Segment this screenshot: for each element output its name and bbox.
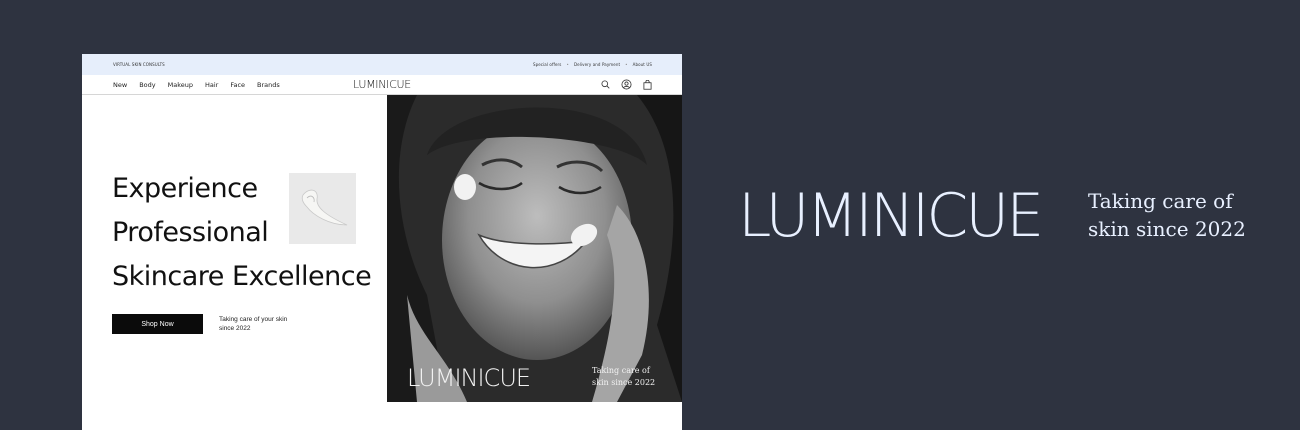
special-offers-link[interactable]: Special offers	[533, 62, 562, 67]
search-icon[interactable]	[601, 80, 610, 89]
nav-item-hair[interactable]: Hair	[205, 81, 218, 89]
nav-item-brands[interactable]: Brands	[257, 81, 280, 89]
nav-item-face[interactable]: Face	[230, 81, 245, 89]
brand-wordmark: LUMINICUE	[738, 181, 1044, 251]
virtual-skin-consults-link[interactable]: VIRTUAL SKIN CONSULTS	[113, 62, 165, 67]
headline-line: Experience	[112, 173, 258, 204]
site-logo[interactable]: LUMINICUE	[353, 78, 411, 91]
main-nav: New Body Makeup Hair Face Brands LUMINIC…	[82, 75, 682, 95]
hero-photo: LUMINICUE Taking care of skin since 2022	[387, 95, 682, 402]
nav-item-body[interactable]: Body	[139, 81, 155, 89]
shop-now-button[interactable]: Shop Now	[112, 314, 203, 334]
headline-line: Skincare Excellence	[112, 261, 372, 292]
account-icon[interactable]	[621, 79, 632, 90]
headline-line: Professional	[112, 217, 269, 248]
nav-links: New Body Makeup Hair Face Brands	[113, 81, 280, 89]
about-us-link[interactable]: About US	[633, 62, 652, 67]
hero-headline: Experience Professional Skincare Excelle…	[112, 167, 412, 299]
cream-swatch-image	[289, 173, 356, 244]
bag-icon[interactable]	[643, 79, 652, 90]
separator: •	[566, 62, 569, 67]
nav-item-makeup[interactable]: Makeup	[168, 81, 193, 89]
nav-icons	[601, 79, 652, 90]
photo-tagline-overlay: Taking care of skin since 2022	[592, 366, 656, 387]
hero-tagline: Taking care of your skin since 2022	[219, 316, 288, 332]
nav-item-new[interactable]: New	[113, 81, 127, 89]
separator: •	[625, 62, 628, 67]
announcement-bar: VIRTUAL SKIN CONSULTS Special offers • D…	[82, 54, 682, 75]
brand-tagline: Taking care of skin since 2022	[1088, 187, 1258, 243]
website-mockup: VIRTUAL SKIN CONSULTS Special offers • D…	[82, 54, 682, 430]
topbar-links: Special offers • Delivery and Payment • …	[533, 62, 652, 67]
smiling-woman-portrait	[387, 95, 682, 402]
brand-tagline-line: Taking care of	[1088, 189, 1233, 213]
hero-section: Experience Professional Skincare Excelle…	[82, 95, 682, 430]
photo-brand-overlay: LUMINICUE	[407, 364, 531, 392]
brand-tagline-line: skin since 2022	[1088, 217, 1246, 241]
delivery-payment-link[interactable]: Delivery and Payment	[574, 62, 620, 67]
